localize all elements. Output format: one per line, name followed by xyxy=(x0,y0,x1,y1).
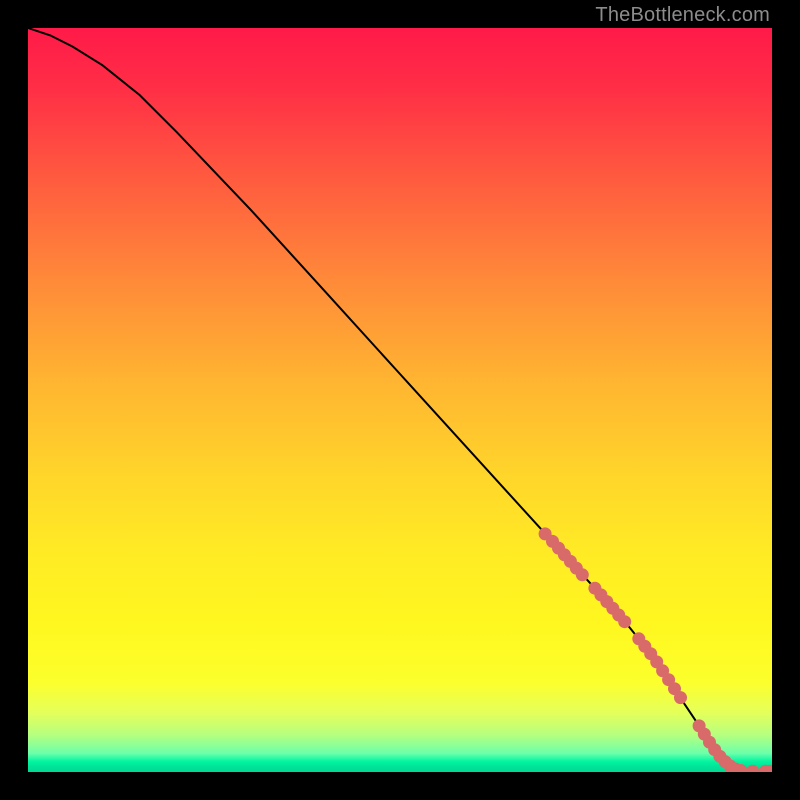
source-label: TheBottleneck.com xyxy=(595,4,770,27)
chart-stage: TheBottleneck.com xyxy=(0,0,800,800)
curve-marker xyxy=(746,765,759,772)
curve-marker xyxy=(576,568,589,581)
chart-svg xyxy=(28,28,772,772)
curve-markers xyxy=(539,527,772,772)
curve-marker xyxy=(674,691,687,704)
plot-area xyxy=(28,28,772,772)
curve-marker xyxy=(618,615,631,628)
